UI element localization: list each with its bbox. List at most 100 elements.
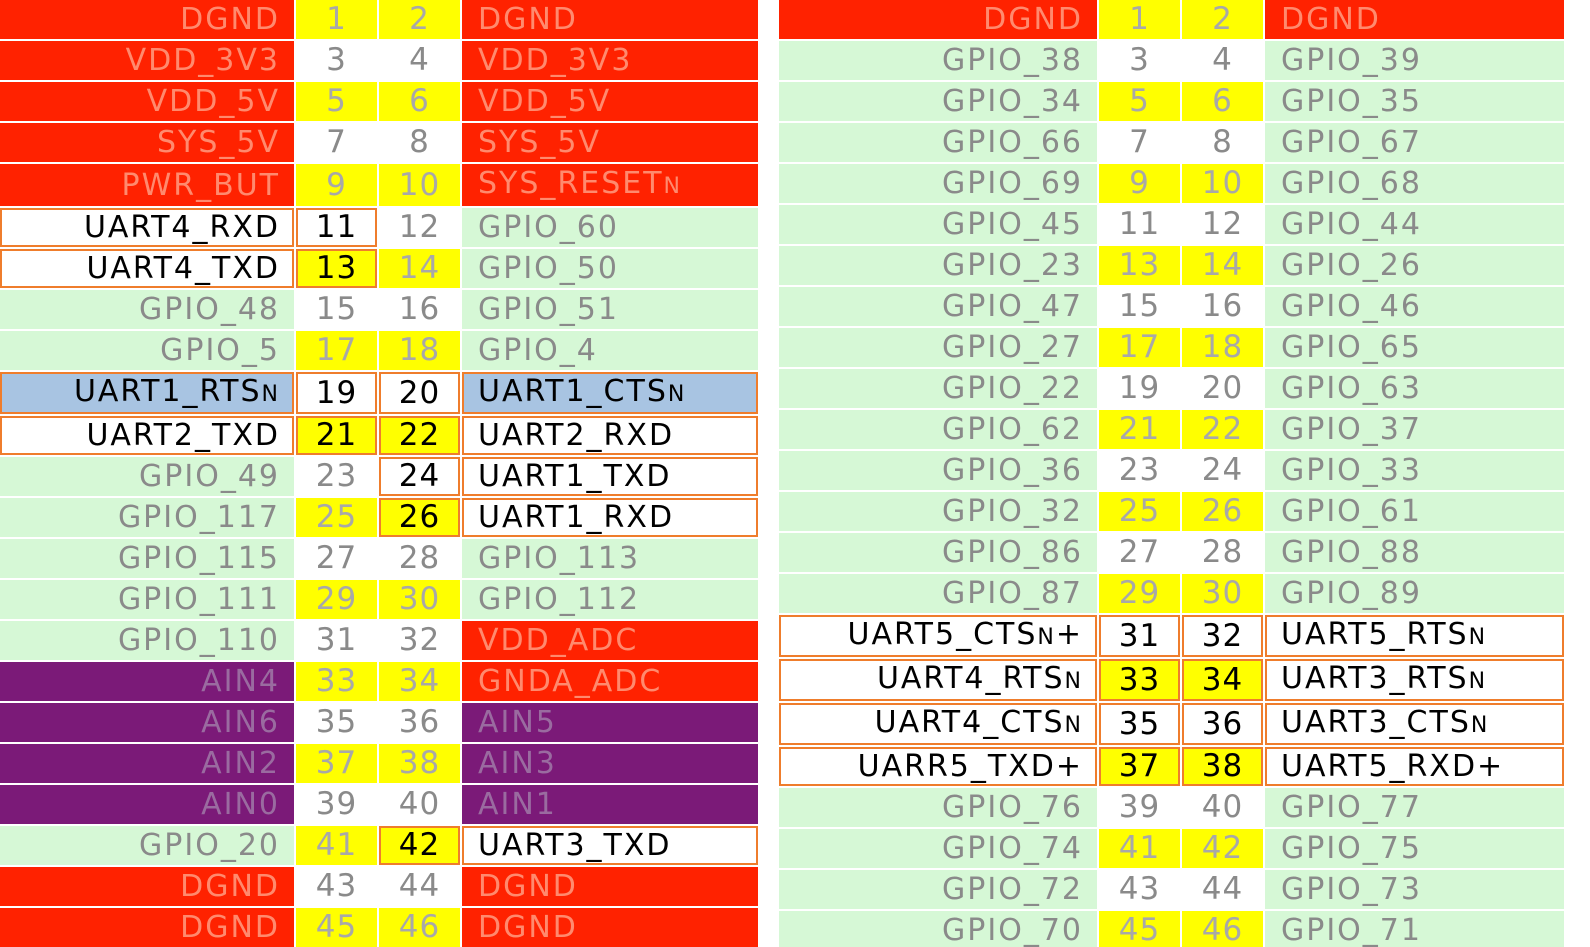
pin-row: SYS_5V 7 8 SYS_5V <box>0 123 760 164</box>
pin-row: VDD_5V 5 6 VDD_5V <box>0 82 760 123</box>
pin-row: GPIO_72 43 44 GPIO_73 <box>779 870 1566 911</box>
pin-row: GPIO_115 27 28 GPIO_113 <box>0 539 760 580</box>
pin-number-left: 37 <box>1099 747 1182 788</box>
pin-number-right: 46 <box>379 908 462 947</box>
signal-name-left: GPIO_22 <box>779 369 1099 410</box>
signal-name-left: GPIO_87 <box>779 574 1099 615</box>
pin-number-left: 23 <box>1099 451 1182 492</box>
pin-number-right: 44 <box>379 867 462 908</box>
pin-row: GPIO_74 41 42 GPIO_75 <box>779 829 1566 870</box>
pin-number-left: 15 <box>1099 287 1182 328</box>
header-p9-pin-table: DGND 1 2 DGND GPIO_38 3 4 GPIO_39 GPIO_34 5 6 GPIO_… <box>779 0 1566 947</box>
pin-row: GPIO_32 25 26 GPIO_61 <box>779 492 1566 533</box>
signal-name-right: VDD_5V <box>462 82 760 123</box>
pin-number-right: 16 <box>379 290 462 331</box>
signal-name-right: AIN1 <box>462 785 760 826</box>
signal-name-right: UART3_RTSN <box>1265 659 1566 703</box>
signal-name-right: GPIO_65 <box>1265 328 1566 369</box>
signal-name-left: GPIO_70 <box>779 911 1099 947</box>
signal-name-right: VDD_ADC <box>462 621 760 662</box>
pin-number-left: 45 <box>1099 911 1182 947</box>
pin-number-right: 20 <box>379 372 462 416</box>
signal-name-left: DGND <box>779 0 1099 41</box>
pin-number-right: 12 <box>1182 205 1265 246</box>
signal-name-left: GPIO_48 <box>0 290 296 331</box>
pin-number-left: 41 <box>296 826 379 867</box>
pin-row: UART4_TXD 13 14 GPIO_50 <box>0 249 760 290</box>
signal-name-right: SYS_5V <box>462 123 760 164</box>
signal-name-right: GPIO_50 <box>462 249 760 290</box>
pin-number-right: 10 <box>379 164 462 208</box>
pin-number-right: 18 <box>379 331 462 372</box>
pin-number-right: 2 <box>379 0 462 41</box>
pin-number-right: 38 <box>1182 747 1265 788</box>
pin-row: UART4_RTSN 33 34 UART3_RTSN <box>779 659 1566 703</box>
pin-number-left: 7 <box>296 123 379 164</box>
signal-name-left: GPIO_34 <box>779 82 1099 123</box>
pin-row: GPIO_62 21 22 GPIO_37 <box>779 410 1566 451</box>
pin-row: AIN4 33 34 GNDA_ADC <box>0 662 760 703</box>
pin-number-left: 21 <box>296 416 379 457</box>
signal-name-left: GPIO_49 <box>0 457 296 498</box>
signal-name-right: UART1_TXD <box>462 457 760 498</box>
signal-name-right: GPIO_60 <box>462 208 760 249</box>
pin-number-right: 42 <box>1182 829 1265 870</box>
pin-row: PWR_BUT 9 10 SYS_RESETN <box>0 164 760 208</box>
pin-number-left: 29 <box>1099 574 1182 615</box>
pin-number-left: 23 <box>296 457 379 498</box>
signal-name-right: UART1_CTSN <box>462 372 760 416</box>
signal-name-right: GPIO_113 <box>462 539 760 580</box>
pin-row: GPIO_38 3 4 GPIO_39 <box>779 41 1566 82</box>
pin-row: GPIO_23 13 14 GPIO_26 <box>779 246 1566 287</box>
pin-number-left: 37 <box>296 744 379 785</box>
pin-number-left: 31 <box>1099 615 1182 659</box>
pin-number-left: 27 <box>1099 533 1182 574</box>
pin-number-left: 41 <box>1099 829 1182 870</box>
pin-number-left: 3 <box>296 41 379 82</box>
signal-name-right: GPIO_63 <box>1265 369 1566 410</box>
pin-number-right: 44 <box>1182 870 1265 911</box>
signal-name-left: UART5_CTSN+ <box>779 615 1099 659</box>
signal-name-right: UART2_RXD <box>462 416 760 457</box>
pin-number-left: 27 <box>296 539 379 580</box>
signal-name-left: UART2_TXD <box>0 416 296 457</box>
pin-row: GPIO_34 5 6 GPIO_35 <box>779 82 1566 123</box>
pin-row: GPIO_20 41 42 UART3_TXD <box>0 826 760 867</box>
signal-name-left: AIN0 <box>0 785 296 826</box>
signal-name-left: AIN2 <box>0 744 296 785</box>
signal-name-left: GPIO_62 <box>779 410 1099 451</box>
signal-name-left: GPIO_23 <box>779 246 1099 287</box>
pin-row: DGND 45 46 DGND <box>0 908 760 947</box>
header-p8-pin-table: DGND 1 2 DGND VDD_3V3 3 4 VDD_3V3 VDD_5V 5 6 VDD_5V… <box>0 0 760 947</box>
pin-number-right: 46 <box>1182 911 1265 947</box>
pin-row: GPIO_47 15 16 GPIO_46 <box>779 287 1566 328</box>
signal-name-right: GPIO_77 <box>1265 788 1566 829</box>
header-p8-rows: DGND 1 2 DGND VDD_3V3 3 4 VDD_3V3 VDD_5V 5 6 VDD_5V… <box>0 0 760 947</box>
pin-number-right: 42 <box>379 826 462 867</box>
pin-number-right: 6 <box>379 82 462 123</box>
signal-name-left: GPIO_76 <box>779 788 1099 829</box>
pin-number-left: 13 <box>1099 246 1182 287</box>
pin-number-right: 36 <box>379 703 462 744</box>
pin-number-left: 11 <box>296 208 379 249</box>
pin-number-left: 33 <box>1099 659 1182 703</box>
signal-name-left: GPIO_115 <box>0 539 296 580</box>
signal-name-left: GPIO_110 <box>0 621 296 662</box>
signal-name-left: GPIO_5 <box>0 331 296 372</box>
signal-name-left: GPIO_36 <box>779 451 1099 492</box>
pin-row: UART4_RXD 11 12 GPIO_60 <box>0 208 760 249</box>
signal-name-right: DGND <box>462 867 760 908</box>
signal-name-left: PWR_BUT <box>0 164 296 208</box>
signal-name-left: SYS_5V <box>0 123 296 164</box>
pin-number-left: 31 <box>296 621 379 662</box>
signal-name-left: GPIO_72 <box>779 870 1099 911</box>
signal-name-left: GPIO_38 <box>779 41 1099 82</box>
pin-row: UART5_CTSN+ 31 32 UART5_RTSN <box>779 615 1566 659</box>
pin-number-left: 25 <box>296 498 379 539</box>
signal-name-right: AIN5 <box>462 703 760 744</box>
pin-row: AIN2 37 38 AIN3 <box>0 744 760 785</box>
signal-name-left: UART1_RTSN <box>0 372 296 416</box>
signal-name-left: GPIO_69 <box>779 164 1099 205</box>
pin-number-left: 5 <box>296 82 379 123</box>
pin-row: GPIO_27 17 18 GPIO_65 <box>779 328 1566 369</box>
